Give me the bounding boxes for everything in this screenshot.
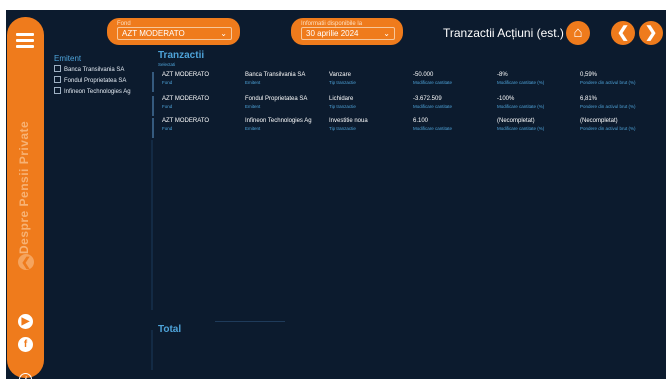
fund-caption: Fond [162,104,173,109]
qty-value: -3.672.509 [413,96,442,102]
qty-value: -50.000 [413,72,434,78]
table-row[interactable]: AZT MODERATO Fond Banca Transilvania SA Em… [152,72,662,94]
type-value: Investitie noua [329,118,368,124]
pct-caption: Modificare cantitate (%) [497,80,545,85]
section-subtitle: Selectati [158,62,176,67]
home-icon[interactable]: ⌂ [566,21,590,45]
fund-value: AZT MODERATO [162,72,210,78]
fund-dropdown[interactable]: Fond AZT MODERATO ⌄ [107,18,240,45]
type-caption: Tip tranzactie [329,126,356,131]
fund-caption: Fond [162,126,173,131]
back-icon[interactable]: ❮ [18,254,34,270]
weight-caption: Pondere din activul brut (%) [580,104,636,109]
sidebar: Despre Pensii Private ❮ ▶ f i [7,17,44,386]
weight-value: 6,81% [580,96,598,102]
chevron-right-icon[interactable]: ❯ [639,21,663,45]
weight-caption: Pondere din activul brut (%) [580,126,636,131]
qty-value: 6.100 [413,118,429,124]
issuer-value: Infineon Technologies Ag [245,118,312,124]
date-dropdown[interactable]: Informatii disponibile la 30 aprilie 202… [291,18,403,45]
issuer-caption: Emitent [245,104,261,109]
pct-value: -100% [497,96,515,102]
total-label: Total [158,324,182,335]
weight-value: 0,59% [580,72,598,78]
checkbox[interactable] [54,65,61,72]
date-select-value: 30 aprilie 2024 [306,29,359,38]
checkbox[interactable] [54,76,61,83]
qty-caption: Modificare cantitate [413,126,453,131]
youtube-icon[interactable]: ▶ [18,314,33,329]
qty-caption: Modificare cantitate [413,80,453,85]
fund-select-value: AZT MODERATO [122,29,185,38]
pct-caption: Modificare cantitate (%) [497,104,545,109]
issuer-caption: Emitent [245,126,261,131]
fund-select[interactable]: AZT MODERATO ⌄ [117,27,232,40]
column-divider [151,140,153,310]
row-marker [152,118,154,138]
fund-caption: Fond [162,80,173,85]
pct-value: -8% [497,72,508,78]
issuer-caption: Emitent [245,80,261,85]
checkbox[interactable] [54,87,61,94]
table-row[interactable]: AZT MODERATO Fond Infineon Technologies A… [152,118,662,140]
filter-item[interactable]: Infineon Technologies Ag [54,87,131,95]
type-caption: Tip tranzactie [329,104,356,109]
divider [215,321,285,322]
issuer-value: Fondul Proprietatea SA [245,96,308,102]
weight-caption: Pondere din activul brut (%) [580,80,636,85]
issuer-value: Banca Transilvania SA [245,72,306,78]
chevron-left-icon[interactable]: ❮ [611,21,635,45]
section-title: Tranzactii [158,50,205,61]
fund-value: AZT MODERATO [162,96,210,102]
pct-caption: Modificare cantitate (%) [497,126,545,131]
qty-caption: Modificare cantitate [413,104,453,109]
weight-value: (Necompletat) [580,118,618,124]
column-divider [151,330,153,370]
menu-icon[interactable] [16,33,34,48]
sidebar-title: Despre Pensii Private [17,120,31,254]
filter-item[interactable]: Fondul Proprietatea SA [54,76,126,84]
filter-title: Emitent [54,54,82,63]
fund-value: AZT MODERATO [162,118,210,124]
row-marker [152,72,154,92]
date-select[interactable]: 30 aprilie 2024 ⌄ [301,27,395,40]
chevron-down-icon[interactable]: ⌄ [383,28,390,39]
type-value: Vanzare [329,72,351,78]
page-title: Tranzactii Acțiuni (est.) [443,26,564,40]
type-caption: Tip tranzactie [329,80,356,85]
type-value: Lichidare [329,96,354,102]
facebook-icon[interactable]: f [18,337,33,352]
table-row[interactable]: AZT MODERATO Fond Fondul Proprietatea SA E… [152,96,662,118]
info-icon[interactable]: i [19,373,32,386]
filter-item[interactable]: Banca Transilvania SA [54,65,124,73]
pct-value: (Necompletat) [497,118,535,124]
row-marker [152,96,154,116]
chevron-down-icon[interactable]: ⌄ [220,28,227,39]
